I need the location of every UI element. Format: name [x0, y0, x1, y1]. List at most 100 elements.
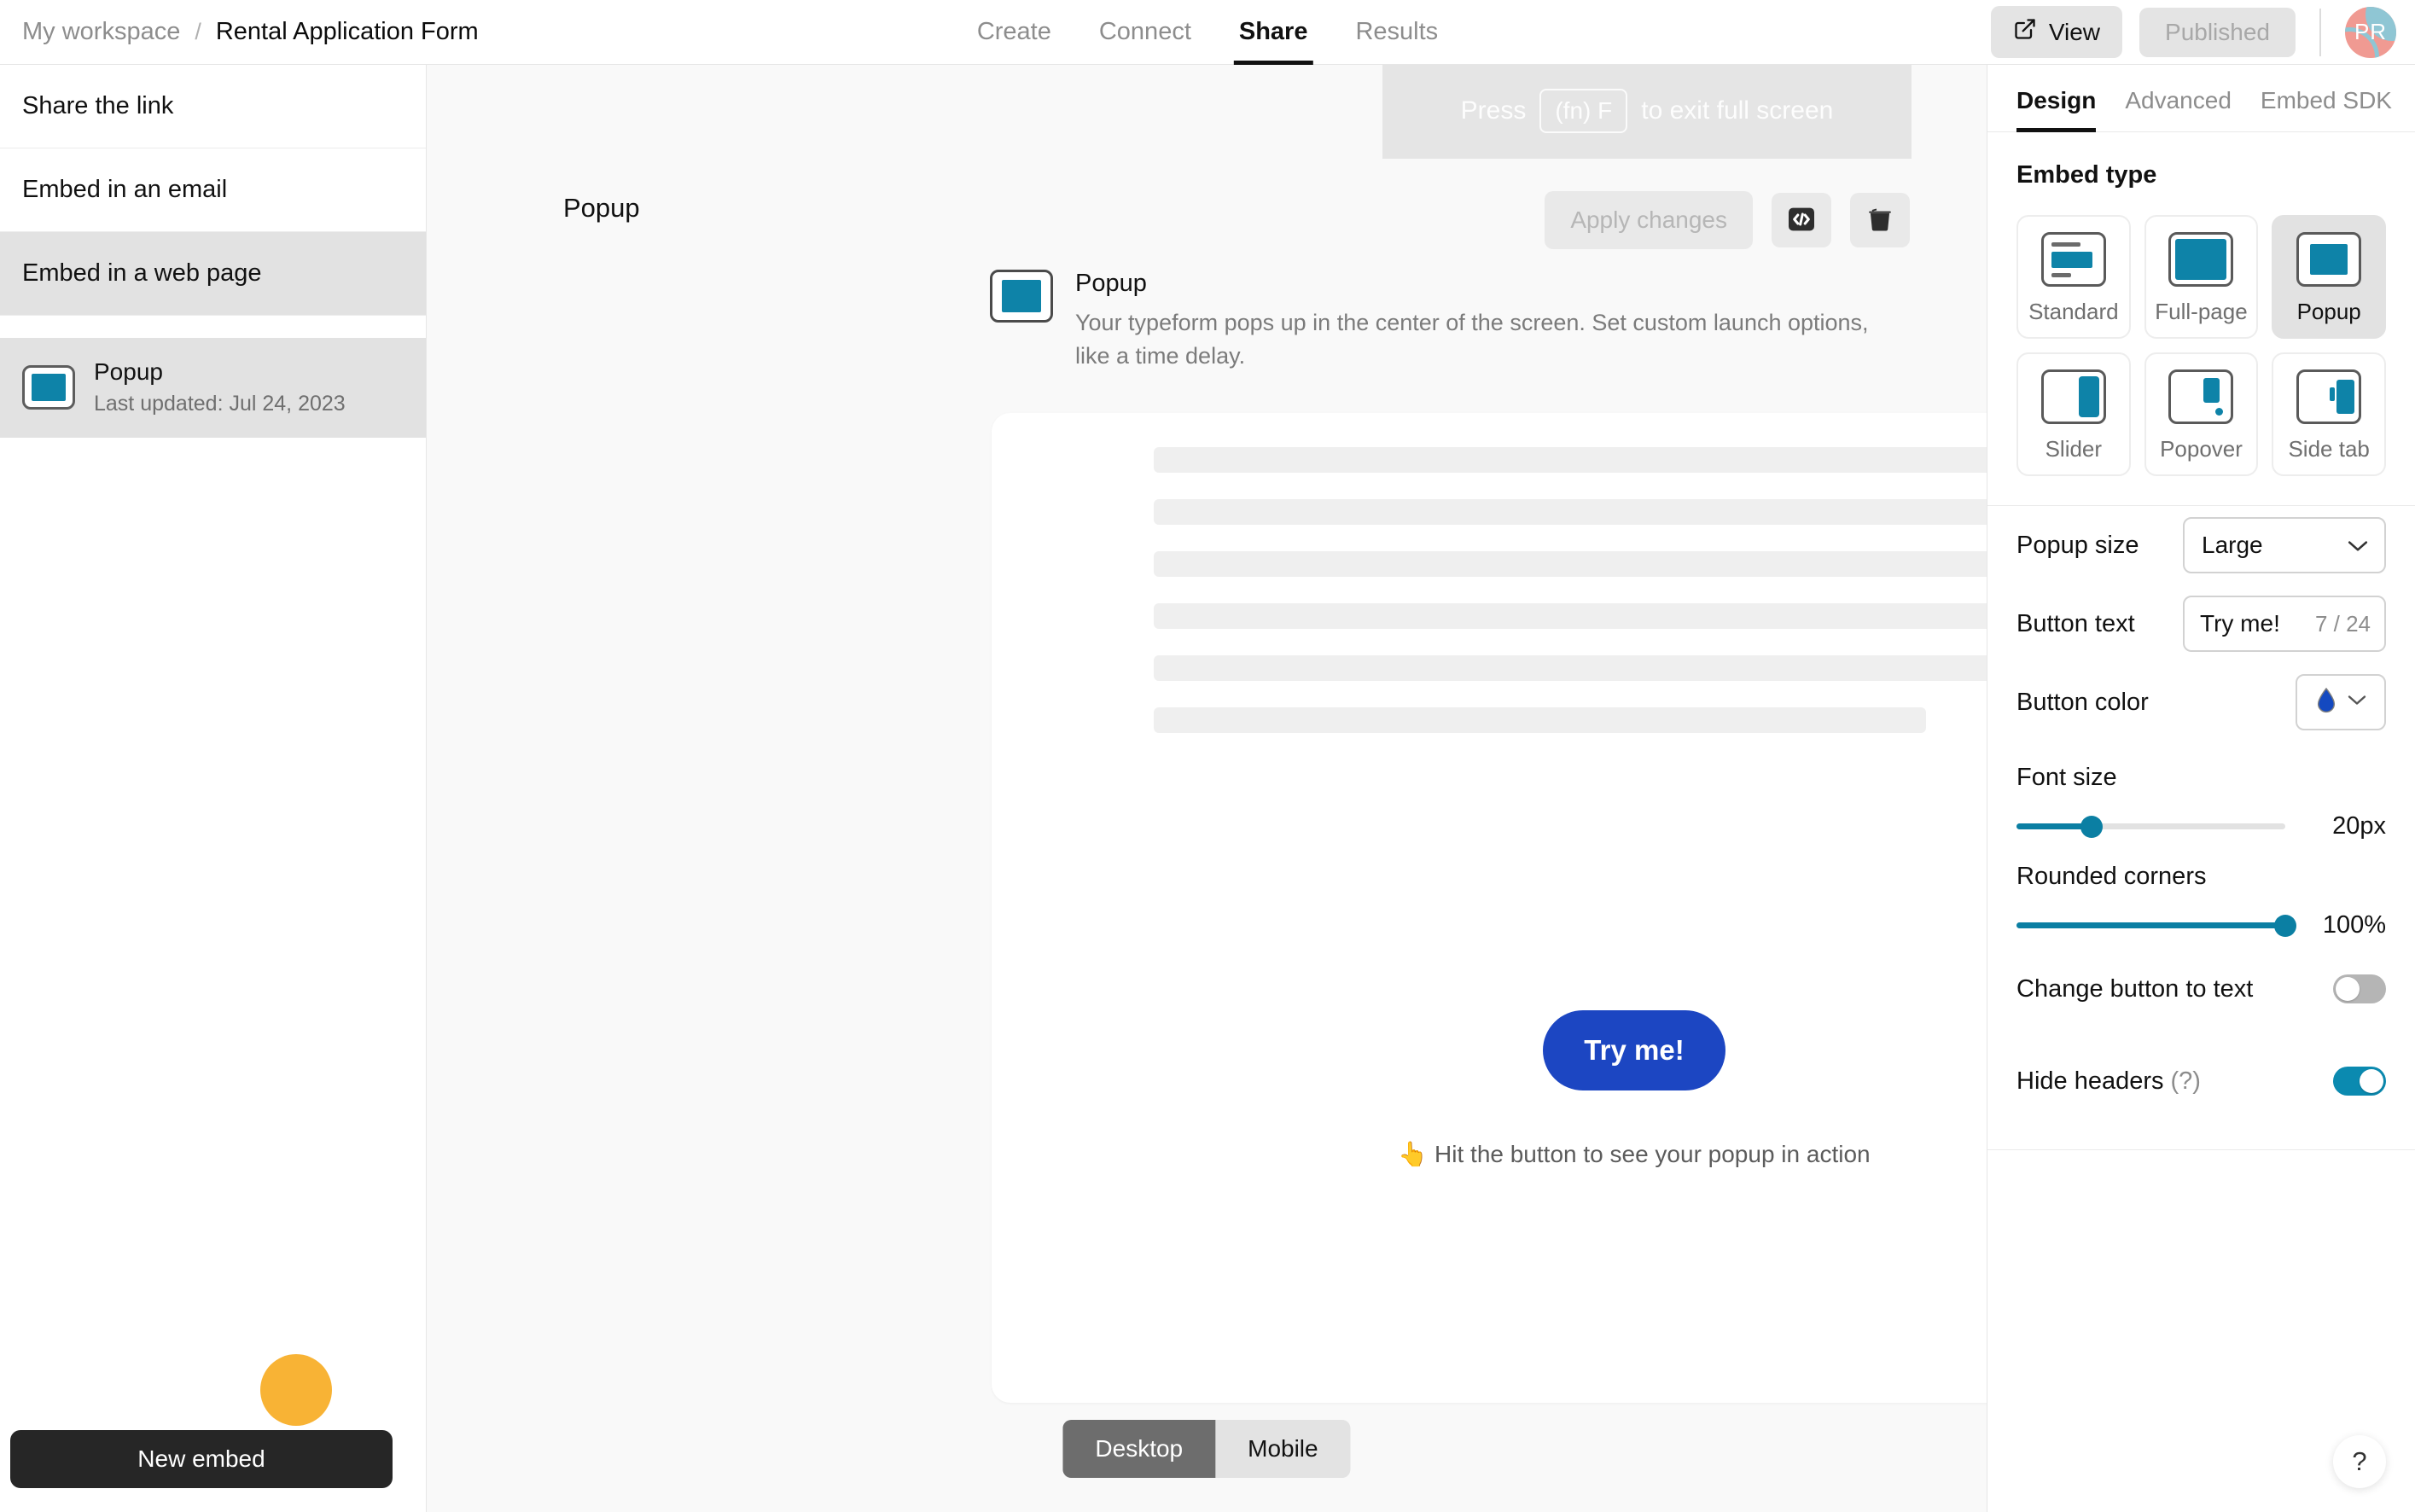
embed-type-heading: Embed type [2016, 161, 2157, 189]
nav-tab-share[interactable]: Share [1215, 0, 1332, 65]
font-size-slider[interactable] [2016, 815, 2285, 838]
skeleton-bar [1154, 499, 2118, 525]
change-button-to-text-row: Change button to text [1987, 939, 2415, 1038]
nav-tab-create[interactable]: Create [953, 0, 1075, 65]
view-button-label: View [2048, 18, 2101, 45]
hide-headers-label: Hide headers (?) [2016, 1067, 2333, 1096]
hide-headers-text: Hide headers [2016, 1067, 2164, 1095]
embed-type-option-full-page[interactable]: Full-page [2144, 215, 2259, 339]
button-text-value: Try me! [2200, 610, 2280, 637]
change-button-to-text-label: Change button to text [2016, 974, 2254, 1003]
tab-advanced[interactable]: Advanced [2125, 65, 2232, 131]
fullpage-embed-icon [2168, 232, 2234, 287]
panel-tabs: Design Advanced Embed SDK [1987, 65, 2415, 132]
device-toggle-desktop[interactable]: Desktop [1062, 1420, 1216, 1478]
popover-embed-icon [2168, 369, 2234, 424]
chevron-down-icon [2347, 532, 2369, 559]
breadcrumb: My workspace / Rental Application Form [0, 18, 479, 46]
hide-headers-toggle[interactable] [2333, 1067, 2386, 1096]
center-preview-area: Popup Apply changes Popup Your typeform … [427, 63, 2277, 1512]
device-preview-toggle: Desktop Mobile [1062, 1420, 1351, 1478]
toolbar-divider [2319, 8, 2321, 56]
popup-size-label: Popup size [2016, 531, 2139, 559]
embed-type-description-text: Popup Your typeform pops up in the cente… [1075, 270, 1886, 373]
button-text-label: Button text [2016, 609, 2135, 637]
avatar-initials: PR [2354, 19, 2388, 44]
breadcrumb-workspace[interactable]: My workspace [22, 18, 180, 46]
avatar[interactable]: PR [2345, 6, 2396, 58]
hide-headers-help-icon[interactable]: (?) [2171, 1067, 2201, 1095]
nav-tab-results[interactable]: Results [1331, 0, 1462, 65]
new-embed-fab-wrap [260, 1354, 332, 1430]
embed-type-label: Standard [2028, 299, 2119, 324]
tab-design[interactable]: Design [2016, 65, 2097, 132]
change-button-to-text-toggle[interactable] [2333, 974, 2386, 1003]
fullscreen-hint-suffix: to exit full screen [1641, 96, 1834, 125]
button-color-label: Button color [2016, 688, 2149, 716]
external-link-icon [2013, 17, 2037, 47]
embed-type-name: Popup [1075, 270, 1147, 297]
skeleton-bar [1154, 603, 2118, 629]
hide-headers-row: Hide headers (?) [1987, 1038, 2415, 1124]
button-text-input[interactable]: Try me! 7 / 24 [2183, 596, 2386, 652]
embed-type-label: Popup [2296, 299, 2361, 324]
new-embed-add-button[interactable] [260, 1354, 332, 1426]
embed-type-label: Slider [2045, 436, 2103, 462]
try-me-button[interactable]: Try me! [1543, 1010, 1725, 1090]
breadcrumb-form-name[interactable]: Rental Application Form [216, 18, 479, 46]
rounded-corners-label: Rounded corners [2016, 863, 2207, 890]
tab-embed-sdk[interactable]: Embed SDK [2261, 65, 2392, 131]
slider-embed-icon [2040, 369, 2106, 424]
button-text-counter: 7 / 24 [2314, 610, 2371, 637]
sidebar-item-embed-in-an-email[interactable]: Embed in an email [0, 148, 426, 232]
embed-type-option-popup[interactable]: Popup [2272, 215, 2386, 339]
help-button[interactable]: ? [2333, 1435, 2386, 1488]
button-color-picker[interactable] [2296, 674, 2386, 730]
top-bar: My workspace / Rental Application Form C… [0, 0, 2415, 65]
embed-type-option-slider[interactable]: Slider [2016, 352, 2131, 476]
sidebar: Share the link Embed in an email Embed i… [0, 65, 427, 1512]
popup-size-value: Large [2202, 532, 2263, 558]
popup-size-select[interactable]: Large [2183, 517, 2386, 573]
rounded-corners-slider-knob[interactable] [2274, 914, 2296, 937]
body: Share the link Embed in an email Embed i… [0, 63, 2415, 1512]
font-size-slider-knob[interactable] [2080, 815, 2104, 838]
rounded-corners-value: 100% [2322, 911, 2386, 939]
chevron-down-icon [2347, 694, 2367, 711]
top-bar-actions: View Published PR [1990, 6, 2415, 58]
rounded-corners-block: Rounded corners 100% [1987, 840, 2415, 939]
popup-size-row: Popup size Large [1987, 506, 2415, 584]
sidebar-embed-list-item-popup[interactable]: Popup Last updated: Jul 24, 2023 [0, 338, 426, 438]
embed-type-option-popover[interactable]: Popover [2144, 352, 2259, 476]
embed-type-text: Your typeform pops up in the center of t… [1075, 310, 1869, 369]
button-text-row: Button text Try me! 7 / 24 [1987, 584, 2415, 663]
sidebar-item-embed-in-a-web-page[interactable]: Embed in a web page [0, 232, 426, 316]
breadcrumb-separator: / [195, 19, 201, 44]
embed-type-section: Embed type Standard Full-page Popup Slid… [1987, 132, 2415, 476]
sidetab-embed-icon [2296, 369, 2362, 424]
app-root: My workspace / Rental Application Form C… [0, 0, 2415, 1512]
skeleton-bar [1154, 707, 1926, 733]
embed-type-option-side-tab[interactable]: Side tab [2272, 352, 2386, 476]
main-nav-tabs: Create Connect Share Results [953, 0, 1462, 65]
panel-bottom-divider [1987, 1149, 2415, 1150]
fullscreen-hint-prefix: Press [1460, 96, 1527, 125]
popup-embed-thumbnail-icon [22, 365, 75, 410]
popup-embed-icon [2296, 232, 2362, 287]
nav-tab-connect[interactable]: Connect [1075, 0, 1215, 65]
skeleton-bar [1154, 551, 2118, 577]
embed-type-label: Popover [2160, 436, 2243, 462]
font-size-label: Font size [2016, 764, 2117, 791]
rounded-corners-slider-fill [2016, 922, 2285, 928]
design-settings-panel: Design Advanced Embed SDK Embed type Sta… [1987, 65, 2415, 1512]
fullscreen-exit-hint: Press (fn) F to exit full screen [1382, 63, 1912, 159]
rounded-corners-slider[interactable] [2016, 914, 2296, 937]
device-toggle-mobile[interactable]: Mobile [1215, 1420, 1351, 1478]
view-button[interactable]: View [1990, 6, 2123, 58]
embed-type-option-standard[interactable]: Standard [2016, 215, 2131, 339]
sidebar-item-share-the-link[interactable]: Share the link [0, 65, 426, 148]
sidebar-embed-item-text: Popup Last updated: Jul 24, 2023 [94, 357, 346, 419]
font-size-block: Font size 20px [1987, 741, 2415, 840]
published-status-button[interactable]: Published [2139, 7, 2296, 57]
